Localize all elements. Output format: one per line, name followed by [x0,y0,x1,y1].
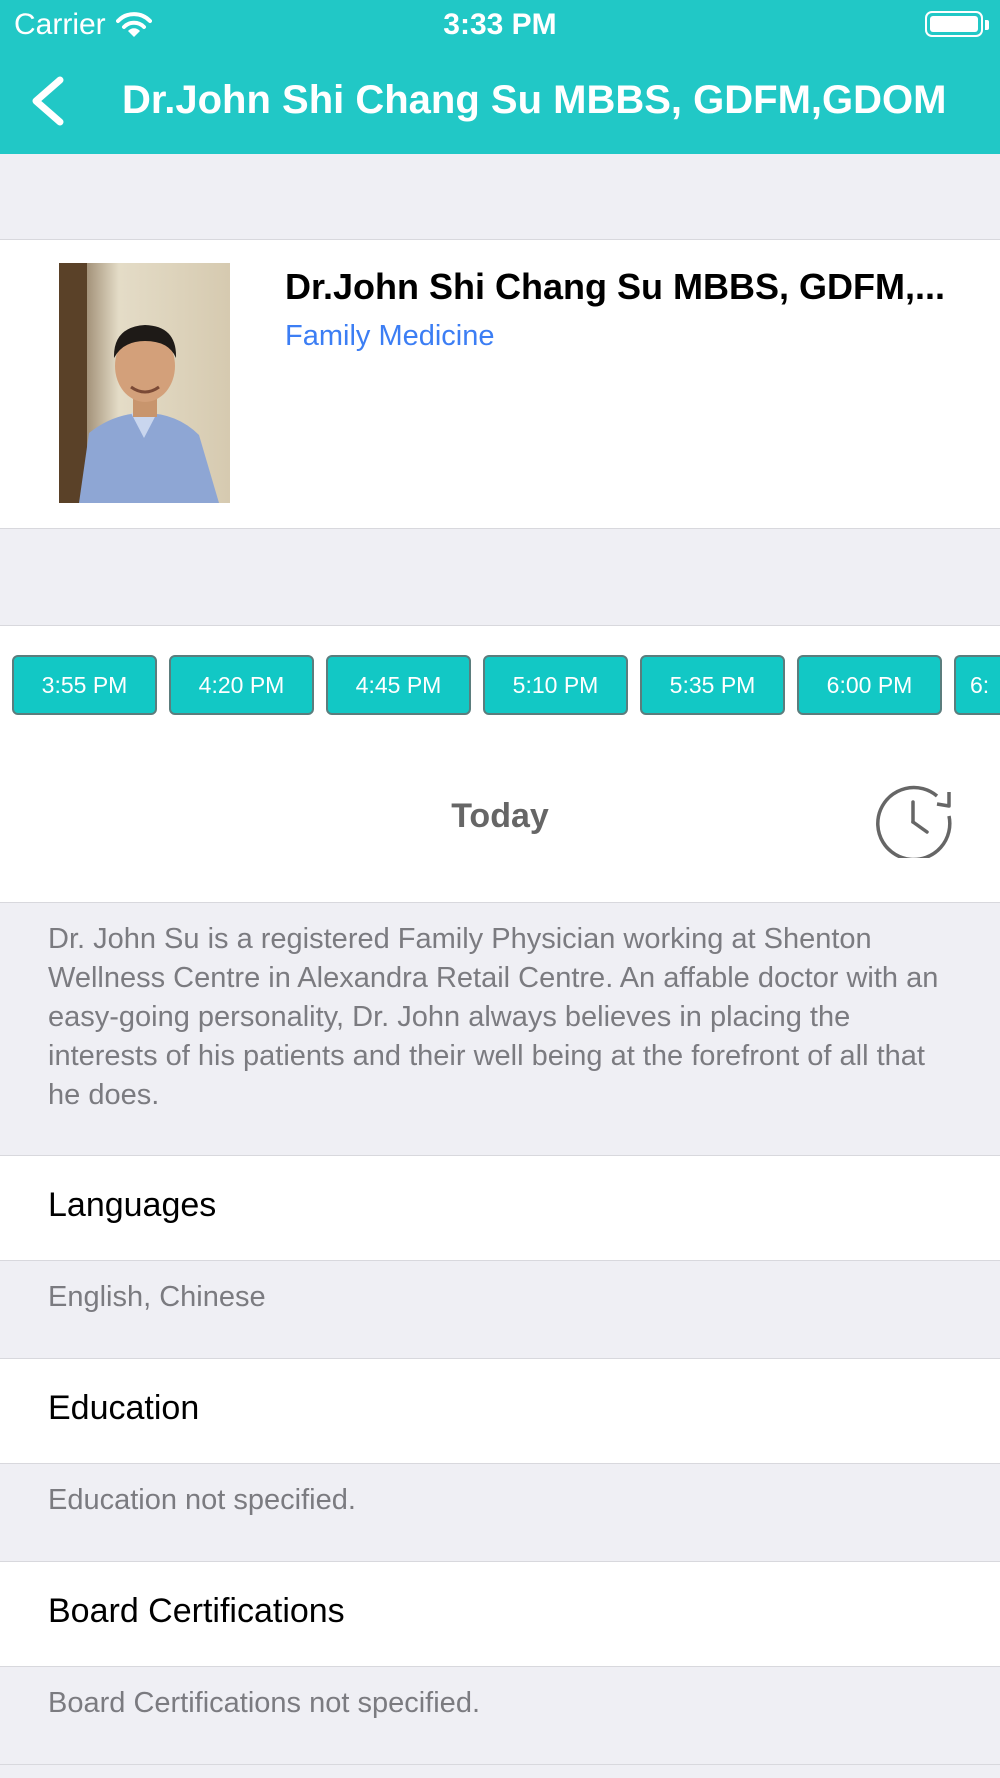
education-title: Education [48,1389,200,1427]
board-value: Board Certifications not specified. [48,1687,480,1719]
education-value: Education not specified. [48,1484,356,1516]
status-time: 3:33 PM [443,8,557,41]
time-slot[interactable]: 3:55 PM [12,655,157,715]
time-slot[interactable]: 5:35 PM [640,655,785,715]
battery-icon [925,11,989,37]
languages-value: English, Chinese [48,1281,266,1313]
doctor-name: Dr.John Shi Chang Su MBBS, GDFM,... [285,266,946,307]
navigation-bar: Carrier 3:33 PM Dr.John Shi Chang Su MBB… [0,0,1000,154]
mid-spacer [0,529,1000,625]
day-label: Today [451,797,549,835]
back-chevron-icon[interactable] [22,70,82,132]
screen: Carrier 3:33 PM Dr.John Shi Chang Su MBB… [0,0,1000,1778]
doctor-specialty[interactable]: Family Medicine [285,320,495,353]
clock-refresh-icon[interactable] [867,782,959,858]
time-slot[interactable]: 5:10 PM [483,655,628,715]
doctor-bio: Dr. John Su is a registered Family Physi… [48,923,939,1111]
time-slot[interactable]: 6:00 PM [797,655,942,715]
content: Carrier 3:33 PM Dr.John Shi Chang Su MBB… [0,0,1000,1778]
time-slot[interactable]: 4:45 PM [326,655,471,715]
time-slot[interactable]: 6: [954,655,1000,715]
divider [0,1764,1000,1765]
languages-title: Languages [48,1186,217,1224]
top-spacer [0,154,1000,239]
board-title: Board Certifications [48,1592,345,1630]
time-slot[interactable]: 4:20 PM [169,655,314,715]
nav-title: Dr.John Shi Chang Su MBBS, GDFM,GDOM [122,78,947,122]
avatar [59,263,230,503]
